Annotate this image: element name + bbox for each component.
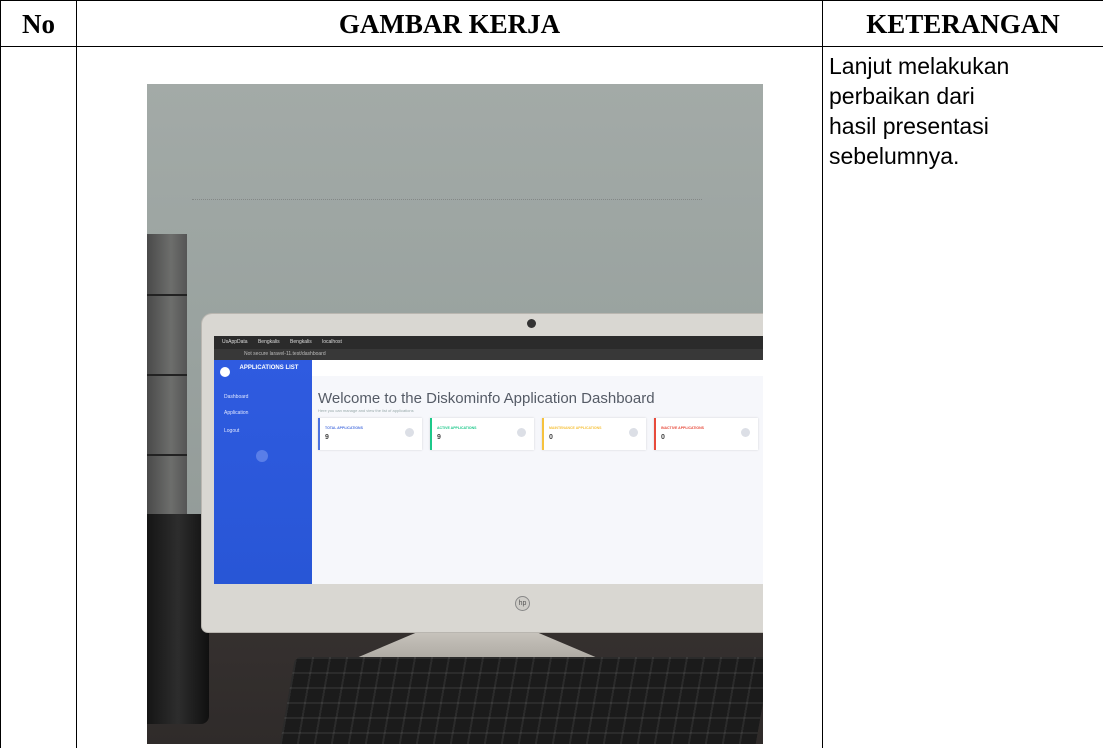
- cell-gambar-kerja: UsAppData Bengkalis Bengkalis localhost …: [77, 47, 823, 748]
- keterangan-line: perbaikan dari: [829, 81, 1097, 111]
- table-row: UsAppData Bengkalis Bengkalis localhost …: [1, 47, 1103, 748]
- browser-address-bar: Not secure laravel-11.test/dashboard: [214, 349, 763, 360]
- keterangan-line: hasil presentasi: [829, 111, 1097, 141]
- stat-card-icon: [517, 428, 526, 437]
- brand-logo-icon: [220, 367, 230, 377]
- browser-tab-strip: UsAppData Bengkalis Bengkalis localhost: [214, 336, 763, 349]
- monitor-screen: UsAppData Bengkalis Bengkalis localhost …: [214, 336, 763, 584]
- stat-card-icon: [629, 428, 638, 437]
- header-gambar-kerja: GAMBAR KERJA: [77, 1, 823, 47]
- stat-card: INACTIVE APPLICATIONS 0: [654, 418, 758, 450]
- cell-keterangan: Lanjut melakukan perbaikan dari hasil pr…: [823, 47, 1103, 748]
- sidebar-toggle-icon: [256, 450, 268, 462]
- webcam-icon: [527, 319, 536, 328]
- stat-card-label: INACTIVE APPLICATIONS: [661, 426, 704, 430]
- app-sidebar: APPLICATIONS LIST Dashboard Application …: [214, 360, 312, 584]
- stat-card-label: ACTIVE APPLICATIONS: [437, 426, 476, 430]
- sidebar-item-application: Application: [224, 410, 248, 416]
- stat-card-icon: [405, 428, 414, 437]
- header-keterangan: KETERANGAN: [823, 1, 1103, 47]
- work-photo: UsAppData Bengkalis Bengkalis localhost …: [147, 84, 763, 744]
- stat-card-value: 0: [549, 434, 553, 441]
- welcome-title: Welcome to the Diskominfo Application Da…: [318, 390, 655, 407]
- app-topbar: [312, 360, 763, 376]
- photo-wall-marks: [192, 199, 702, 201]
- sidebar-item-logout: Logout: [224, 428, 239, 434]
- browser-tab: UsAppData: [222, 336, 248, 349]
- stat-card-value: 9: [325, 434, 329, 441]
- photo-cup: [147, 514, 209, 724]
- monitor: UsAppData Bengkalis Bengkalis localhost …: [202, 314, 763, 632]
- keterangan-line: sebelumnya.: [829, 141, 1097, 171]
- browser-tab: localhost: [322, 336, 342, 349]
- table-header-row: No GAMBAR KERJA KETERANGAN: [1, 1, 1103, 47]
- welcome-subtitle: Here you can manage and view the list of…: [318, 408, 414, 413]
- app-main: Welcome to the Diskominfo Application Da…: [312, 360, 763, 584]
- work-log-table: No GAMBAR KERJA KETERANGAN: [0, 0, 1103, 748]
- stat-card-value: 9: [437, 434, 441, 441]
- browser-tab: Bengkalis: [258, 336, 280, 349]
- stat-card-icon: [741, 428, 750, 437]
- header-no: No: [1, 1, 77, 47]
- stat-card-label: MAINTENANCE APPLICATIONS: [549, 426, 602, 430]
- sidebar-item-dashboard: Dashboard: [224, 394, 248, 400]
- stat-card-label: TOTAL APPLICATIONS: [325, 426, 363, 430]
- keterangan-line: Lanjut melakukan: [829, 51, 1097, 81]
- browser-tab: Bengkalis: [290, 336, 312, 349]
- stat-card: TOTAL APPLICATIONS 9: [318, 418, 422, 450]
- stat-card: ACTIVE APPLICATIONS 9: [430, 418, 534, 450]
- cell-no: [1, 47, 77, 748]
- hp-logo-icon: hp: [515, 596, 530, 611]
- stat-card-value: 0: [661, 434, 665, 441]
- photo-keyboard: [279, 657, 763, 744]
- brand-title: APPLICATIONS LIST: [234, 365, 304, 372]
- stat-card: MAINTENANCE APPLICATIONS 0: [542, 418, 646, 450]
